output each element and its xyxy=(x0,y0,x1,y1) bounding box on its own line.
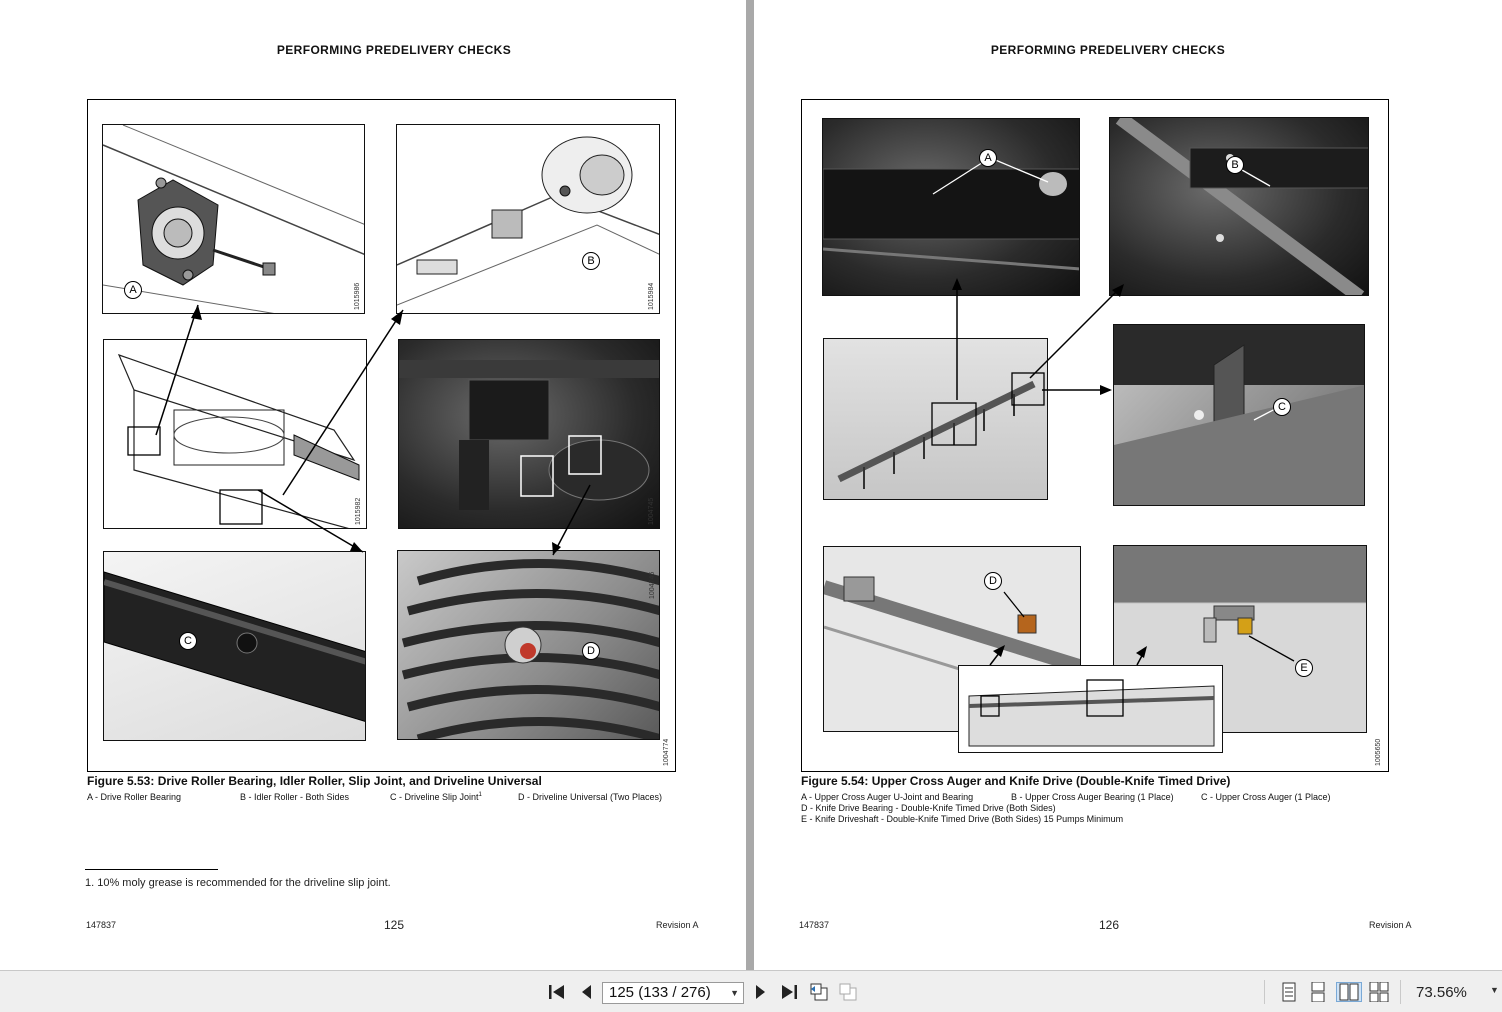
page-number: 125 xyxy=(384,918,405,932)
page-126: PERFORMING PREDELIVERY CHECKS A B C D E … xyxy=(754,0,1502,970)
running-head: PERFORMING PREDELIVERY CHECKS xyxy=(990,43,1226,57)
doc-number: 147837 xyxy=(799,920,830,930)
separator xyxy=(1400,980,1401,1004)
previous-view-icon[interactable] xyxy=(809,982,829,1002)
legend-e: E - Knife Driveshaft - Double-Knife Time… xyxy=(801,814,1124,824)
last-page-icon[interactable] xyxy=(779,982,799,1002)
single-page-icon[interactable] xyxy=(1279,982,1299,1002)
separator xyxy=(1264,980,1265,1004)
first-page-icon[interactable] xyxy=(547,982,567,1002)
running-head: PERFORMING PREDELIVERY CHECKS xyxy=(276,43,512,57)
page-number: 126 xyxy=(1099,918,1120,932)
page-gutter xyxy=(746,0,754,970)
chevron-down-icon: ▼ xyxy=(730,988,739,998)
footnote: 1. 10% moly grease is recommended for th… xyxy=(85,877,391,889)
continuous-icon[interactable] xyxy=(1308,982,1328,1002)
figure-5-53: A 1015986 B 1015984 1015982 1004745 C D … xyxy=(87,99,676,772)
legend-c-text: C - Driveline Slip Joint xyxy=(390,792,479,802)
facing-pages-icon[interactable] xyxy=(1336,982,1362,1002)
navigation-toolbar: 125 (133 / 276) ▼ 73.56% ▼ xyxy=(0,970,1502,1012)
footnote-mark: 1 xyxy=(478,792,482,798)
chevron-down-icon[interactable]: ▼ xyxy=(1490,985,1499,995)
footnote-rule xyxy=(85,869,218,870)
legend-d: D - Knife Drive Bearing - Double-Knife T… xyxy=(801,803,1056,813)
legend-c: C - Driveline Slip Joint1 xyxy=(390,792,482,802)
next-page-icon[interactable] xyxy=(751,982,771,1002)
page-indicator: 125 (133 / 276) xyxy=(609,984,711,1001)
doc-number: 147837 xyxy=(86,920,117,930)
legend-a: A - Drive Roller Bearing xyxy=(87,792,182,802)
document-viewport[interactable]: PERFORMING PREDELIVERY CHECKS A 1015986 … xyxy=(0,0,1502,970)
page-125: PERFORMING PREDELIVERY CHECKS A 1015986 … xyxy=(0,0,746,970)
legend-d: D - Driveline Universal (Two Places) xyxy=(518,792,663,802)
zoom-level[interactable]: 73.56% xyxy=(1416,984,1467,1001)
figure-5-54: A B C D E 1005650 xyxy=(801,99,1389,772)
previous-page-icon[interactable] xyxy=(576,982,596,1002)
legend-b: B - Upper Cross Auger Bearing (1 Place) xyxy=(1011,792,1174,802)
legend-c: C - Upper Cross Auger (1 Place) xyxy=(1201,792,1331,802)
revision: Revision A xyxy=(1369,920,1412,930)
continuous-facing-icon[interactable] xyxy=(1369,982,1389,1002)
figure-caption: Figure 5.54: Upper Cross Auger and Knife… xyxy=(801,774,1231,788)
revision: Revision A xyxy=(656,920,699,930)
next-view-icon[interactable] xyxy=(838,982,858,1002)
figure-caption: Figure 5.53: Drive Roller Bearing, Idler… xyxy=(87,774,542,788)
legend-a: A - Upper Cross Auger U-Joint and Bearin… xyxy=(801,792,974,802)
legend-b: B - Idler Roller - Both Sides xyxy=(240,792,350,802)
page-number-select[interactable]: 125 (133 / 276) ▼ xyxy=(602,982,744,1004)
